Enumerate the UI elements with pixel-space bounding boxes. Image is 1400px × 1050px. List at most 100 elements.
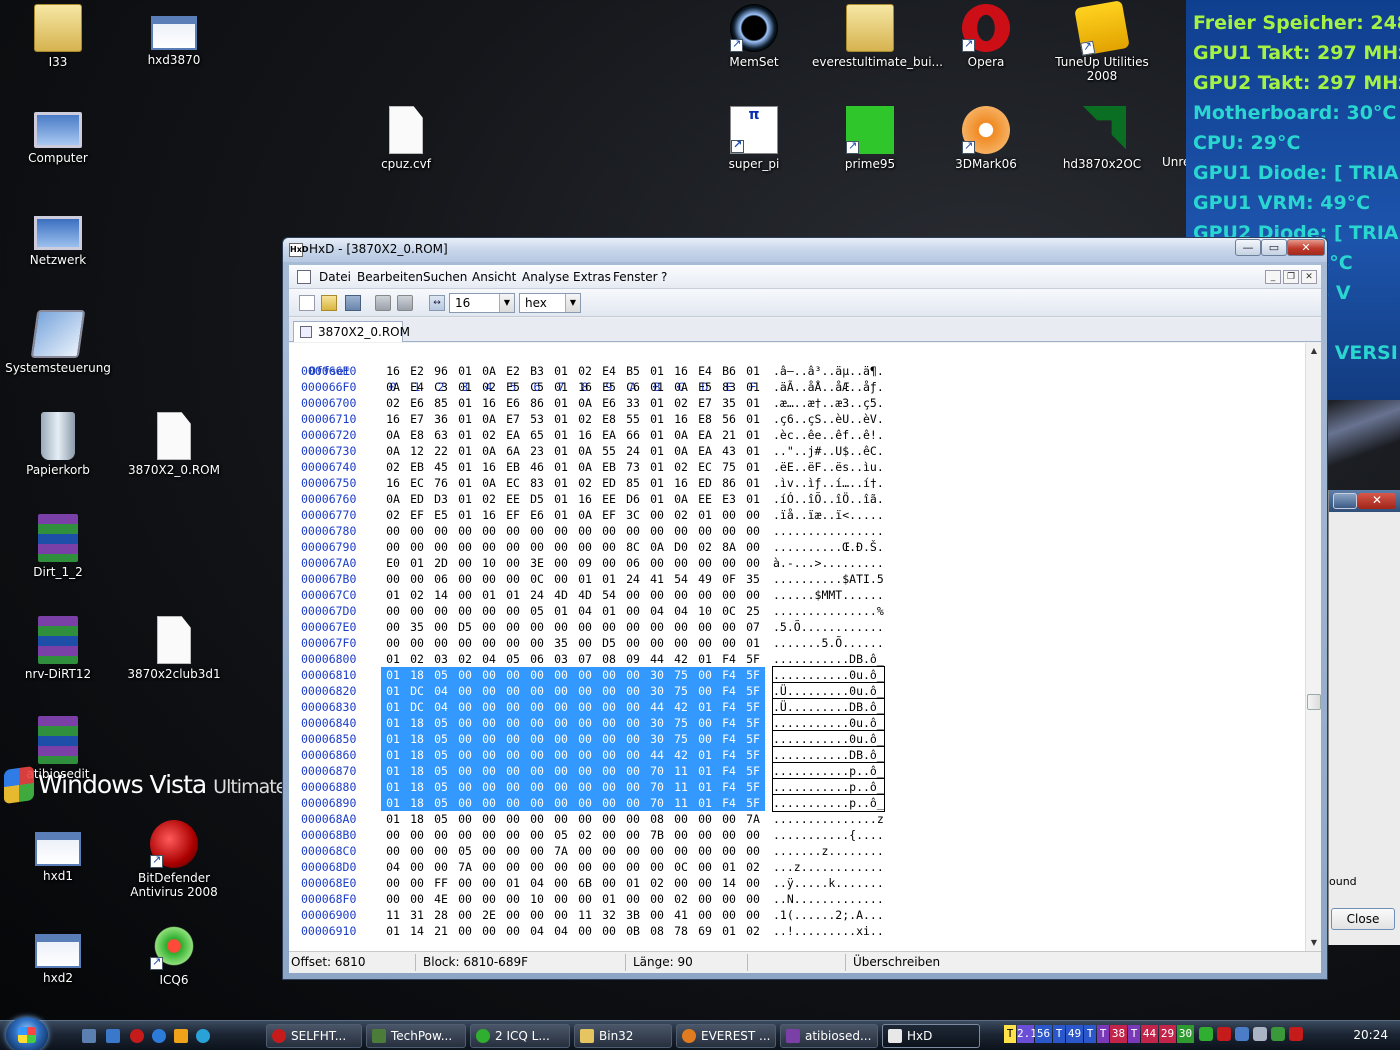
tray-sensor-chip[interactable]: 30 — [1177, 1025, 1194, 1043]
hex-byte[interactable]: E0 — [381, 555, 405, 571]
hex-byte[interactable]: 00 — [525, 619, 549, 635]
hex-byte[interactable]: 00 — [717, 619, 741, 635]
tray-sensor-chip[interactable]: T — [1053, 1025, 1065, 1043]
hex-byte[interactable]: 0F — [717, 571, 741, 587]
ascii-text[interactable]: ...z............ — [773, 859, 884, 875]
hex-byte[interactable]: 01 — [405, 555, 429, 571]
hex-byte[interactable]: 12 — [405, 443, 429, 459]
desktop-icon-hd3870x2oc[interactable]: hd3870x2OC — [1044, 106, 1160, 171]
hex-byte[interactable]: E2 — [501, 363, 525, 379]
hex-bytes[interactable]: 0A ED D3 01 02 EE D5 01 16 EE D6 01 0A EE E3 01 — [381, 491, 765, 507]
hex-byte[interactable]: 00 — [741, 907, 765, 923]
hex-byte[interactable]: 00 — [597, 715, 621, 731]
hex-byte[interactable]: 8A — [717, 539, 741, 555]
hex-byte[interactable]: 85 — [429, 395, 453, 411]
hex-byte[interactable]: 44 — [645, 651, 669, 667]
hex-byte[interactable]: 00 — [453, 587, 477, 603]
hex-byte[interactable]: 00 — [477, 795, 501, 811]
hex-byte[interactable]: 00 — [693, 875, 717, 891]
hex-bytes[interactable]: 00 00 06 00 00 00 0C 00 01 01 24 41 54 49 0F 35 — [381, 571, 765, 587]
hex-bytes[interactable]: 02 EF E5 01 16 EF E6 01 0A EF 3C 00 02 01 00 00 — [381, 507, 765, 523]
tab-3870x2-rom[interactable]: 3870X2_0.ROM — [293, 321, 410, 342]
hex-byte[interactable]: 00 — [741, 827, 765, 843]
hex-byte[interactable]: 01 — [597, 603, 621, 619]
ati-icon[interactable] — [1217, 1027, 1231, 1041]
hex-editor[interactable]: Offset 0123456789ABCDEF 000066E0 16 E2 96 01… — [289, 343, 1305, 951]
hex-byte[interactable]: 00 — [597, 859, 621, 875]
hex-bytes[interactable]: 01 DC 04 00 00 00 00 00 00 00 00 30 75 00 F4 5F — [381, 683, 765, 699]
hex-byte[interactable]: 00 — [381, 523, 405, 539]
hex-byte[interactable]: 00 — [741, 523, 765, 539]
hex-byte[interactable]: 02 — [669, 507, 693, 523]
hex-byte[interactable]: 75 — [669, 731, 693, 747]
hex-byte[interactable]: 04 — [477, 651, 501, 667]
hex-byte[interactable]: 00 — [453, 555, 477, 571]
hex-bytes[interactable]: 00 00 00 00 00 00 00 00 00 00 00 00 00 00 00 00 — [381, 523, 765, 539]
hex-bytes[interactable]: 0A E4 C3 01 02 E5 C5 01 16 E5 C6 01 0A E5 83 01 — [381, 379, 765, 395]
hex-byte[interactable]: 00 — [477, 539, 501, 555]
desktop-icon-cpuz[interactable]: cpuz.cvf — [348, 106, 464, 171]
hex-bytes[interactable]: 01 18 05 00 00 00 00 00 00 00 00 30 75 00 F4 5F — [381, 731, 765, 747]
hex-byte[interactable]: 01 — [597, 571, 621, 587]
hex-byte[interactable]: 01 — [621, 875, 645, 891]
hex-byte[interactable]: 00 — [717, 507, 741, 523]
hex-byte[interactable]: 05 — [429, 667, 453, 683]
desktop-icon-network[interactable]: Netzwerk — [0, 208, 116, 267]
hex-byte[interactable]: 30 — [645, 715, 669, 731]
hex-byte[interactable]: 01 — [741, 491, 765, 507]
hex-byte[interactable]: 07 — [573, 651, 597, 667]
hex-byte[interactable]: 09 — [621, 651, 645, 667]
hex-byte[interactable]: 00 — [621, 619, 645, 635]
hex-byte[interactable]: E5 — [501, 379, 525, 395]
hex-byte[interactable]: 00 — [573, 795, 597, 811]
hex-bytes[interactable]: 16 EC 76 01 0A EC 83 01 02 ED 85 01 16 ED 86 01 — [381, 475, 765, 491]
ascii-text[interactable]: ...........DB.ô_ — [773, 651, 884, 667]
hex-byte[interactable]: EB — [501, 459, 525, 475]
hex-byte[interactable]: 23 — [525, 443, 549, 459]
tray-sensor-chip[interactable]: T — [1084, 1025, 1096, 1043]
hex-byte[interactable]: 02 — [693, 539, 717, 555]
hex-bytes[interactable]: 01 18 05 00 00 00 00 00 00 00 00 44 42 01 F4 5F — [381, 747, 765, 763]
hex-byte[interactable]: 00 — [501, 747, 525, 763]
hex-byte[interactable]: 00 — [573, 891, 597, 907]
hex-byte[interactable]: 00 — [501, 555, 525, 571]
hex-byte[interactable]: 4D — [573, 587, 597, 603]
hex-byte[interactable]: E8 — [693, 411, 717, 427]
hex-byte[interactable]: 00 — [501, 923, 525, 939]
mdi-restore-button[interactable]: ❐ — [1283, 270, 1299, 284]
hex-byte[interactable]: 0A — [573, 507, 597, 523]
hex-byte[interactable]: 01 — [645, 411, 669, 427]
hex-byte[interactable]: 00 — [597, 843, 621, 859]
hex-byte[interactable]: 00 — [501, 715, 525, 731]
ascii-text[interactable]: .ç6..çS..èU..èV. — [773, 411, 884, 427]
hex-byte[interactable]: 0A — [573, 443, 597, 459]
hex-byte[interactable]: 08 — [645, 811, 669, 827]
hex-byte[interactable]: 02 — [381, 507, 405, 523]
tray-sensor-chip[interactable]: T — [1004, 1025, 1016, 1043]
hex-byte[interactable]: 02 — [405, 587, 429, 603]
ascii-text[interactable]: ...........{.... — [773, 827, 884, 843]
taskbar-button-atibiosedit[interactable]: atibiosed... — [780, 1024, 878, 1048]
ascii-text[interactable]: ...........0u.ô_ — [772, 730, 885, 748]
hex-byte[interactable]: 46 — [525, 459, 549, 475]
hex-byte[interactable]: 01 — [573, 571, 597, 587]
hex-byte[interactable]: D0 — [669, 539, 693, 555]
hex-byte[interactable]: 10 — [525, 891, 549, 907]
hex-byte[interactable]: 44 — [645, 699, 669, 715]
taskbar-button-icq[interactable]: 2 ICQ L... — [470, 1024, 570, 1048]
hex-byte[interactable]: 00 — [453, 779, 477, 795]
hex-byte[interactable]: C3 — [429, 379, 453, 395]
hex-byte[interactable]: 00 — [525, 827, 549, 843]
hex-byte[interactable]: 5F — [741, 715, 765, 731]
hex-byte[interactable]: 00 — [693, 811, 717, 827]
hex-byte[interactable]: 16 — [381, 411, 405, 427]
hex-byte[interactable]: 01 — [549, 411, 573, 427]
hex-byte[interactable]: 00 — [525, 539, 549, 555]
desktop-icon-hxd3870[interactable]: hxd3870 — [116, 4, 232, 67]
desktop-icon-hxd1[interactable]: hxd1 — [0, 820, 116, 883]
hex-byte[interactable]: 00 — [693, 523, 717, 539]
hex-byte[interactable]: 18 — [405, 747, 429, 763]
hex-byte[interactable]: 00 — [405, 827, 429, 843]
hex-byte[interactable]: 0A — [573, 459, 597, 475]
hex-bytes[interactable]: 00 00 00 00 00 00 00 00 00 00 8C 0A D0 02 8A 00 — [381, 539, 765, 555]
